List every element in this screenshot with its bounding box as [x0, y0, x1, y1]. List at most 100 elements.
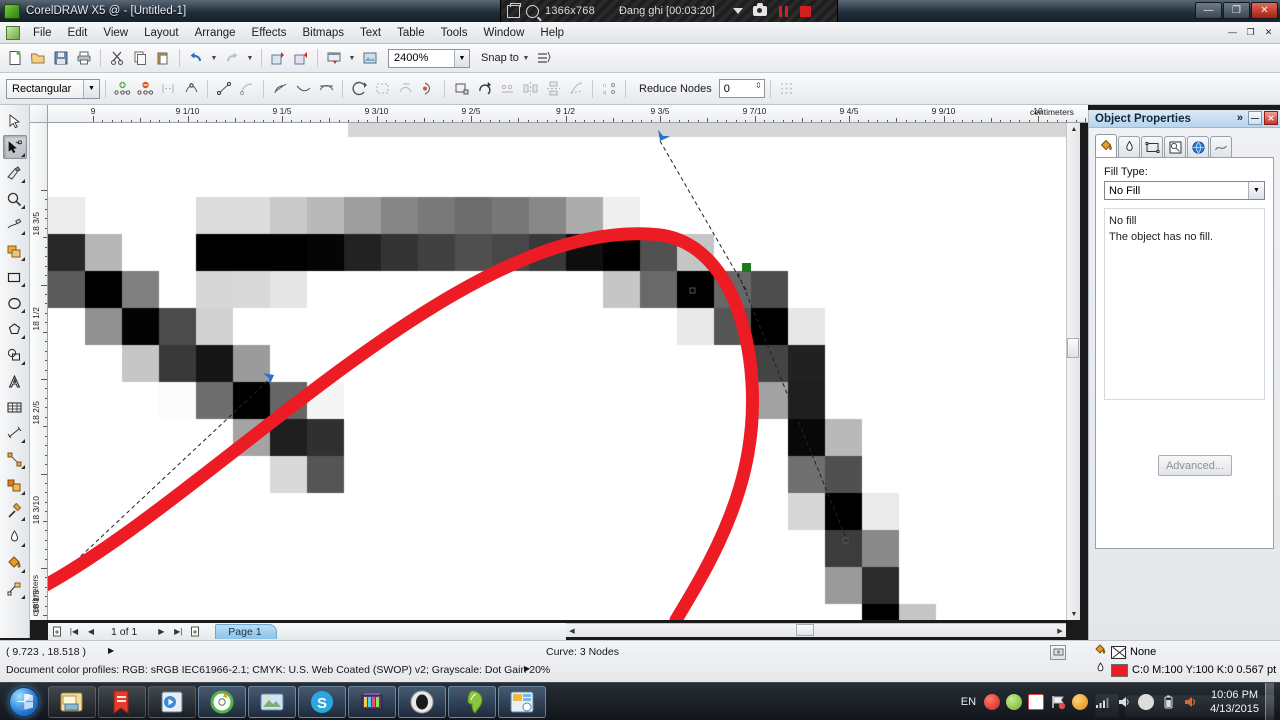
chevron-down-icon[interactable] — [732, 8, 743, 14]
redo-icon[interactable] — [221, 47, 243, 69]
snap-indicator-icon[interactable] — [1050, 645, 1066, 660]
flyout-arrow-icon[interactable] — [17, 283, 25, 287]
flyout-arrow-icon[interactable] — [17, 231, 25, 235]
horizontal-scroll-thumb[interactable] — [796, 624, 814, 636]
taskbar-item-winrar[interactable] — [348, 685, 396, 718]
taskbar-item-screen-recorder[interactable] — [398, 685, 446, 718]
reverse-direction-icon[interactable] — [348, 78, 370, 100]
taskbar-item-nero-burner[interactable] — [198, 685, 246, 718]
reflect-nodes-horizontal-icon[interactable] — [519, 78, 541, 100]
caret-up-icon[interactable]: ▲ — [1067, 123, 1081, 135]
import-icon[interactable] — [267, 47, 289, 69]
mdi-close-button[interactable]: ✕ — [1261, 25, 1276, 39]
tab-fill[interactable] — [1095, 134, 1117, 157]
snap-to-chevron-down-icon[interactable]: ▼ — [520, 47, 532, 69]
flyout-arrow-icon[interactable] — [17, 257, 25, 261]
fill-tool[interactable] — [3, 551, 27, 575]
polygon-tool[interactable] — [3, 317, 27, 341]
vector-curve-overlay[interactable] — [48, 123, 1070, 620]
flyout-arrow-icon[interactable] — [17, 179, 25, 183]
tab-rectangle[interactable] — [1141, 136, 1163, 157]
smart-fill-tool[interactable] — [3, 239, 27, 263]
traced-red-curve[interactable] — [48, 227, 759, 620]
camera-icon[interactable] — [752, 3, 767, 16]
network-tray-icon[interactable] — [1094, 694, 1110, 710]
advanced-button[interactable]: Advanced... — [1158, 455, 1232, 476]
menu-arrange[interactable]: Arrange — [187, 24, 244, 42]
make-node-symmetrical-icon[interactable] — [315, 78, 337, 100]
options-icon[interactable] — [533, 47, 555, 69]
stretch-nodes-icon[interactable] — [450, 78, 472, 100]
caret-down-icon[interactable]: ▼ — [1067, 608, 1081, 620]
taskbar-clock[interactable]: 10:06 PM 4/13/2015 — [1210, 688, 1259, 716]
menu-layout[interactable]: Layout — [136, 24, 187, 42]
add-page-start-button[interactable] — [50, 625, 64, 639]
make-node-smooth-icon[interactable] — [292, 78, 314, 100]
taskbar-item-photo-viewer[interactable] — [248, 685, 296, 718]
flyout-arrow-icon[interactable] — [17, 335, 25, 339]
rotate-nodes-icon[interactable] — [473, 78, 495, 100]
close-button[interactable]: ✕ — [1251, 2, 1278, 19]
align-nodes-icon[interactable] — [496, 78, 518, 100]
taskbar-item-coreldraw[interactable] — [498, 685, 546, 718]
launcher-dropdown-icon[interactable]: ▼ — [346, 47, 358, 69]
pick-tool[interactable] — [3, 109, 27, 133]
next-page-button[interactable]: ▶ — [154, 625, 168, 639]
spinner-icon[interactable]: ⇳ — [755, 81, 762, 90]
paste-icon[interactable] — [152, 47, 174, 69]
menu-edit[interactable]: Edit — [60, 24, 96, 42]
taskbar-item-corel-paint[interactable] — [448, 685, 496, 718]
pause-icon[interactable] — [778, 5, 788, 17]
extract-subpath-icon[interactable] — [394, 78, 416, 100]
undo-icon[interactable] — [185, 47, 207, 69]
delete-node-icon[interactable] — [134, 78, 156, 100]
connector-tool[interactable] — [3, 447, 27, 471]
auto-close-curve-icon[interactable] — [417, 78, 439, 100]
chevron-down-icon[interactable]: ▼ — [1248, 182, 1264, 199]
zoom-level-combobox[interactable]: 2400% ▼ — [388, 48, 470, 68]
tab-outline[interactable] — [1118, 136, 1140, 157]
menu-window[interactable]: Window — [475, 24, 532, 42]
show-desktop-button[interactable] — [1265, 683, 1274, 720]
vertical-scroll-thumb[interactable] — [1067, 338, 1079, 358]
screen-recorder-overlay[interactable]: 1366x768 Đang ghi [00:03:20] — [500, 0, 838, 22]
fill-type-combobox[interactable]: No Fill ▼ — [1104, 181, 1265, 200]
speaker-tray-icon[interactable] — [1182, 694, 1198, 710]
cut-icon[interactable] — [106, 47, 128, 69]
table-tool[interactable] — [3, 395, 27, 419]
dimension-tool[interactable] — [3, 421, 27, 445]
flyout-arrow-icon[interactable] — [17, 517, 25, 521]
restore-button[interactable]: ❐ — [1223, 2, 1250, 19]
save-icon[interactable] — [50, 47, 72, 69]
extend-curve-to-close-icon[interactable] — [371, 78, 393, 100]
flyout-arrow-icon[interactable] — [17, 491, 25, 495]
ruler-origin-corner[interactable] — [30, 105, 48, 123]
caret-right-icon[interactable]: ▶ — [1054, 624, 1066, 638]
battery-tray-icon[interactable] — [1160, 694, 1176, 710]
undo-dropdown-icon[interactable]: ▼ — [208, 47, 220, 69]
corel-online-icon[interactable] — [359, 47, 381, 69]
vertical-scrollbar[interactable]: ▲ ▼ — [1066, 123, 1080, 620]
horizontal-scrollbar[interactable]: ◀ ▶ — [566, 623, 1066, 637]
make-node-cusp-icon[interactable] — [269, 78, 291, 100]
blend-tool[interactable] — [3, 473, 27, 497]
node-marker[interactable] — [689, 287, 696, 294]
safely-remove-icon[interactable] — [1138, 694, 1155, 710]
menu-tools[interactable]: Tools — [433, 24, 476, 42]
break-curve-icon[interactable] — [180, 78, 202, 100]
open-document-icon[interactable] — [27, 47, 49, 69]
rectangle-tool[interactable] — [3, 265, 27, 289]
text-tool[interactable] — [3, 369, 27, 393]
flyout-arrow-icon[interactable] — [17, 205, 25, 209]
menu-bitmaps[interactable]: Bitmaps — [294, 24, 352, 42]
crop-tool[interactable] — [3, 161, 27, 185]
flag-action-center-icon[interactable] — [1050, 694, 1066, 710]
taskbar-item-windows-explorer[interactable] — [48, 685, 96, 718]
flyout-arrow-icon[interactable] — [17, 543, 25, 547]
application-launcher-icon[interactable] — [323, 47, 345, 69]
chevron-down-icon[interactable]: ▼ — [454, 49, 469, 67]
flyout-arrow-icon[interactable] — [17, 595, 25, 599]
select-all-nodes-icon[interactable]: nq — [598, 78, 620, 100]
redo-dropdown-icon[interactable]: ▼ — [244, 47, 256, 69]
export-icon[interactable] — [290, 47, 312, 69]
